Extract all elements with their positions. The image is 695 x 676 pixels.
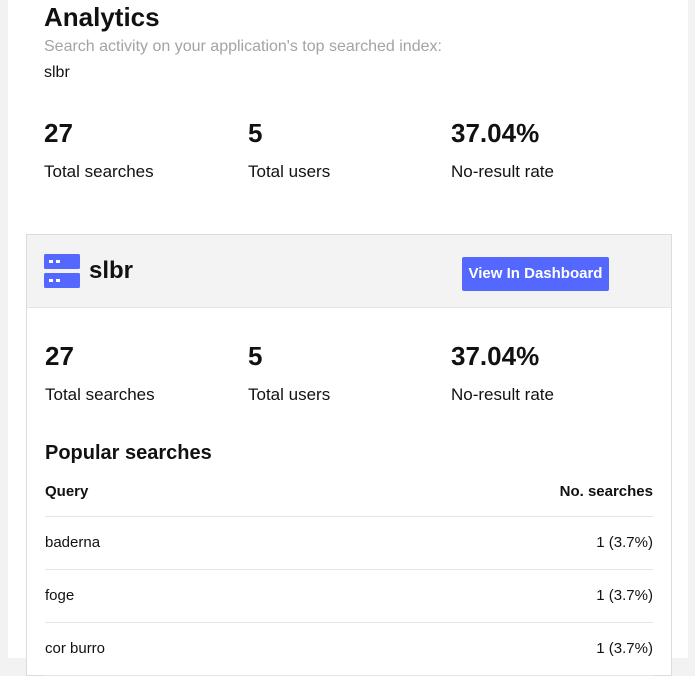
stat-value: 27 — [44, 118, 73, 148]
popular-searches-table: Query No. searches baderna 1 (3.7%) foge… — [45, 483, 653, 676]
stat-no-result-rate: 37.04% No-result rate — [451, 341, 554, 405]
column-header-count: No. searches — [559, 483, 653, 500]
stat-value: 5 — [248, 118, 263, 148]
stat-value: 37.04% — [451, 118, 540, 148]
card-header: slbr View In Dashboard — [27, 235, 671, 308]
count-cell: 1 (3.7%) — [596, 587, 653, 604]
stat-total-users: 5 Total users — [248, 118, 330, 182]
stat-total-searches: 27 Total searches — [44, 118, 154, 182]
table-row: baderna 1 (3.7%) — [45, 517, 653, 570]
analytics-page: Analytics Search activity on your applic… — [8, 0, 688, 676]
count-cell: 1 (3.7%) — [596, 534, 653, 551]
index-card: slbr View In Dashboard 27 Total searches… — [26, 234, 672, 676]
stat-no-result-rate: 37.04% No-result rate — [451, 118, 554, 182]
stat-label: Total users — [248, 385, 331, 404]
table-row: foge 1 (3.7%) — [45, 570, 653, 623]
column-header-query: Query — [45, 483, 89, 500]
stat-label: Total searches — [44, 162, 154, 181]
stat-value: 27 — [45, 341, 74, 371]
query-cell: cor burro — [45, 640, 106, 657]
table-row: cor burro 1 (3.7%) — [45, 623, 653, 676]
stat-label: Total users — [248, 162, 331, 181]
view-in-dashboard-button[interactable]: View In Dashboard — [462, 257, 609, 291]
stat-label: No-result rate — [451, 385, 554, 404]
database-icon — [44, 254, 80, 288]
card-title: slbr — [89, 257, 134, 284]
query-cell: baderna — [45, 534, 101, 551]
index-name: slbr — [44, 64, 70, 81]
stat-label: Total searches — [45, 385, 155, 404]
page-subtitle: Search activity on your application's to… — [44, 38, 442, 55]
stat-value: 5 — [248, 341, 263, 371]
stat-value: 37.04% — [451, 341, 540, 371]
stat-label: No-result rate — [451, 162, 554, 181]
table-header: Query No. searches — [45, 483, 653, 517]
query-cell: foge — [45, 587, 75, 604]
stat-total-users: 5 Total users — [248, 341, 330, 405]
page-title: Analytics — [44, 2, 160, 32]
count-cell: 1 (3.7%) — [596, 640, 653, 657]
stat-total-searches: 27 Total searches — [45, 341, 155, 405]
popular-searches-title: Popular searches — [45, 442, 212, 464]
